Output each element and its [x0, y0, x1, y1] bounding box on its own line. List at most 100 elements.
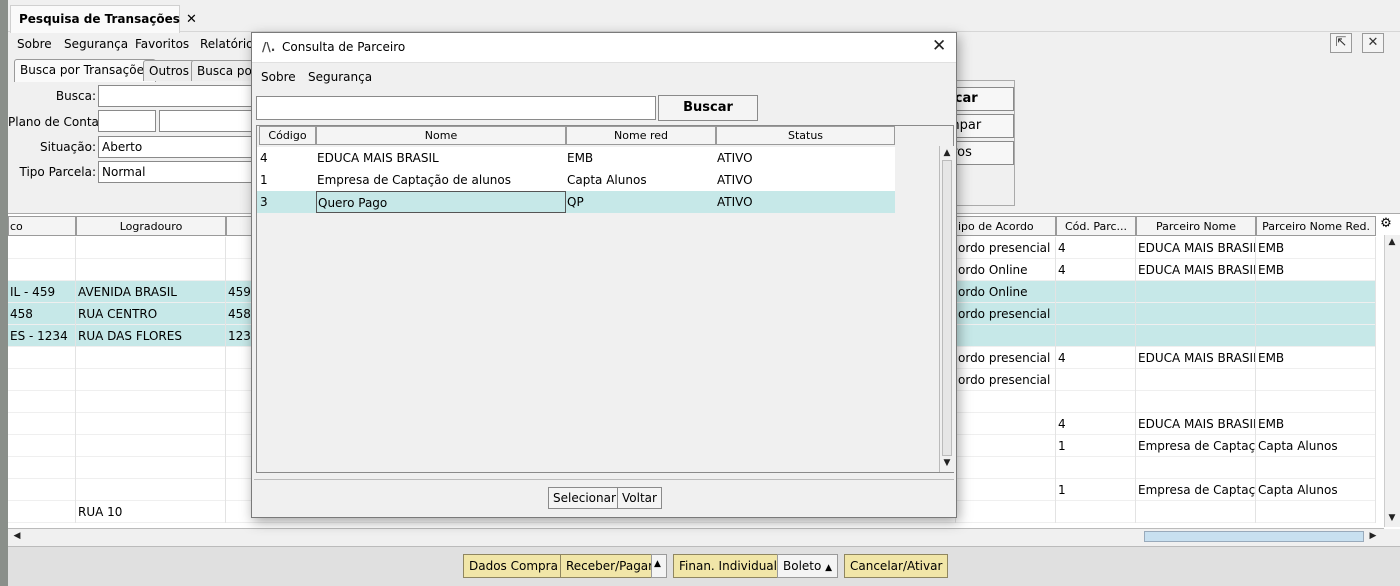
plano-conta-code-input[interactable] — [98, 110, 156, 132]
menu-relatorio[interactable]: Relatório — [200, 37, 254, 51]
table-cell — [956, 457, 1056, 479]
plano-conta-label: Plano de Conta: — [8, 115, 103, 129]
dialog-footer: Selecionar Voltar — [254, 479, 954, 515]
table-cell — [76, 413, 226, 435]
menu-favoritos[interactable]: Favoritos — [135, 37, 189, 51]
grid-header-parceiro-nome[interactable]: Parceiro Nome — [1136, 216, 1256, 236]
busca-input[interactable] — [98, 85, 258, 107]
cancelar-ativar-button[interactable]: Cancelar/Ativar — [844, 554, 949, 578]
receber-pagar-dropdown-icon[interactable]: ▲ — [651, 554, 667, 578]
dialog-vertical-scrollbar[interactable]: ▲ ▼ — [939, 146, 954, 472]
tab-outros[interactable]: Outros — [143, 60, 196, 81]
tab-title: Pesquisa de Transações — [19, 12, 180, 26]
menu-seguranca[interactable]: Segurança — [64, 37, 128, 51]
table-cell — [76, 347, 226, 369]
table-cell: EDUCA MAIS BRASIL — [1136, 413, 1256, 435]
popout-icon[interactable]: ⇱ — [1330, 33, 1352, 53]
dialog-menu-seguranca[interactable]: Segurança — [308, 70, 372, 84]
receber-pagar-button[interactable]: Receber/Pagar — [560, 554, 660, 578]
boleto-dropdown-icon: ▲ — [825, 563, 833, 573]
grid-header-cod-parc[interactable]: Cód. Parc... — [1056, 216, 1136, 236]
grid-header-endereco[interactable]: co — [8, 216, 76, 236]
finan-individual-button[interactable]: Finan. Individual — [673, 554, 783, 578]
dialog-buscar-button[interactable]: Buscar — [658, 95, 758, 121]
table-cell: EDUCA MAIS BRASIL — [1136, 237, 1256, 259]
table-cell: Capta Alunos — [1256, 435, 1376, 457]
table-cell — [8, 259, 76, 281]
table-cell — [8, 457, 76, 479]
table-cell — [956, 391, 1056, 413]
grid-header-logradouro[interactable]: Logradouro — [76, 216, 226, 236]
table-cell: Capta Alunos — [1256, 479, 1376, 501]
arrow-left-icon[interactable]: ◀ — [10, 531, 24, 541]
table-cell: AVENIDA BRASIL — [76, 281, 226, 303]
parceiro-row[interactable]: 4 EDUCA MAIS BRASIL EMB ATIVO — [257, 147, 895, 169]
tipo-parcela-select[interactable]: Normal — [98, 161, 258, 183]
busca-label: Busca: — [55, 89, 96, 103]
table-cell: Empresa de Captaçã... — [1136, 479, 1256, 501]
table-cell: RUA CENTRO — [76, 303, 226, 325]
table-cell: EMB — [1256, 347, 1376, 369]
table-cell: EDUCA MAIS BRASIL — [1136, 347, 1256, 369]
table-cell: 4 — [1056, 237, 1136, 259]
selecionar-button[interactable]: Selecionar — [548, 487, 621, 509]
table-cell: EDUCA MAIS BRASIL — [1136, 259, 1256, 281]
table-cell — [76, 435, 226, 457]
table-cell — [76, 369, 226, 391]
situacao-select[interactable]: Aberto — [98, 136, 258, 158]
parceiro-cell-nome: EDUCA MAIS BRASIL — [317, 151, 439, 165]
table-cell — [8, 347, 76, 369]
tab-pesquisa-transacoes[interactable]: Pesquisa de Transações ✕ — [10, 5, 197, 33]
table-cell: EMB — [1256, 237, 1376, 259]
dialog-menu-sobre[interactable]: Sobre — [261, 70, 296, 84]
table-cell — [8, 391, 76, 413]
table-cell — [1056, 303, 1136, 325]
scroll-thumb[interactable] — [1144, 531, 1364, 542]
grid-header-parceiro-nome-red[interactable]: Parceiro Nome Red. — [1256, 216, 1376, 236]
tab-busca-transacoes[interactable]: Busca por Transações — [14, 59, 157, 82]
table-cell: 4 — [1056, 347, 1136, 369]
close-icon[interactable]: ✕ — [1362, 33, 1384, 53]
boleto-button[interactable]: Boleto ▲ — [777, 554, 839, 578]
grid-vertical-scrollbar[interactable]: ▲ ▼ — [1384, 235, 1400, 527]
app-logo-icon: /\. — [262, 40, 276, 54]
arrow-down-icon[interactable]: ▼ — [940, 458, 954, 468]
dialog-close-icon[interactable]: ✕ — [932, 36, 946, 56]
table-cell: 4 — [1056, 259, 1136, 281]
dialog-menu-bar: Sobre Segurança — [252, 64, 956, 90]
table-cell — [76, 237, 226, 259]
gear-icon[interactable]: ⚙ — [1378, 216, 1394, 234]
table-cell: ordo Online — [956, 259, 1056, 281]
grid-horizontal-scrollbar[interactable]: ◀ ▶ — [8, 528, 1384, 544]
dialog-search-input[interactable] — [256, 96, 656, 120]
table-cell — [956, 479, 1056, 501]
arrow-down-icon[interactable]: ▼ — [1385, 513, 1399, 523]
arrow-right-icon[interactable]: ▶ — [1366, 531, 1380, 541]
voltar-button[interactable]: Voltar — [617, 487, 662, 509]
parceiro-row[interactable]: 1 Empresa de Captação de alunos Capta Alun… — [257, 169, 895, 191]
table-cell — [956, 325, 1056, 347]
arrow-up-icon[interactable]: ▲ — [1385, 237, 1399, 247]
table-cell — [1056, 391, 1136, 413]
table-cell: 1 — [1056, 479, 1136, 501]
menu-sobre[interactable]: Sobre — [17, 37, 52, 51]
table-cell — [76, 391, 226, 413]
grid-header-tipo-acordo[interactable]: ipo de Acordo — [956, 216, 1056, 236]
plano-conta-name-input[interactable] — [159, 110, 259, 132]
col-header-nome[interactable]: Nome — [316, 126, 566, 145]
action-bar: Dados Compra Receber/Pagar ▲ Finan. Indi… — [8, 546, 1400, 586]
dados-compra-button[interactable]: Dados Compra — [463, 554, 564, 578]
col-header-nome-red[interactable]: Nome red — [566, 126, 716, 145]
tab-strip: Pesquisa de Transações ✕ — [8, 0, 1400, 33]
table-cell: EMB — [1256, 413, 1376, 435]
dialog-scroll-thumb[interactable] — [942, 160, 952, 456]
table-cell — [8, 435, 76, 457]
tab-close-icon[interactable]: ✕ — [186, 12, 197, 27]
table-cell: ordo presencial — [956, 237, 1056, 259]
table-cell — [956, 501, 1056, 523]
col-header-codigo[interactable]: Código — [259, 126, 316, 145]
table-cell — [1136, 457, 1256, 479]
arrow-up-icon[interactable]: ▲ — [940, 148, 954, 158]
parceiro-row[interactable]: 3 Quero Pago QP ATIVO — [257, 191, 895, 213]
col-header-status[interactable]: Status — [716, 126, 895, 145]
